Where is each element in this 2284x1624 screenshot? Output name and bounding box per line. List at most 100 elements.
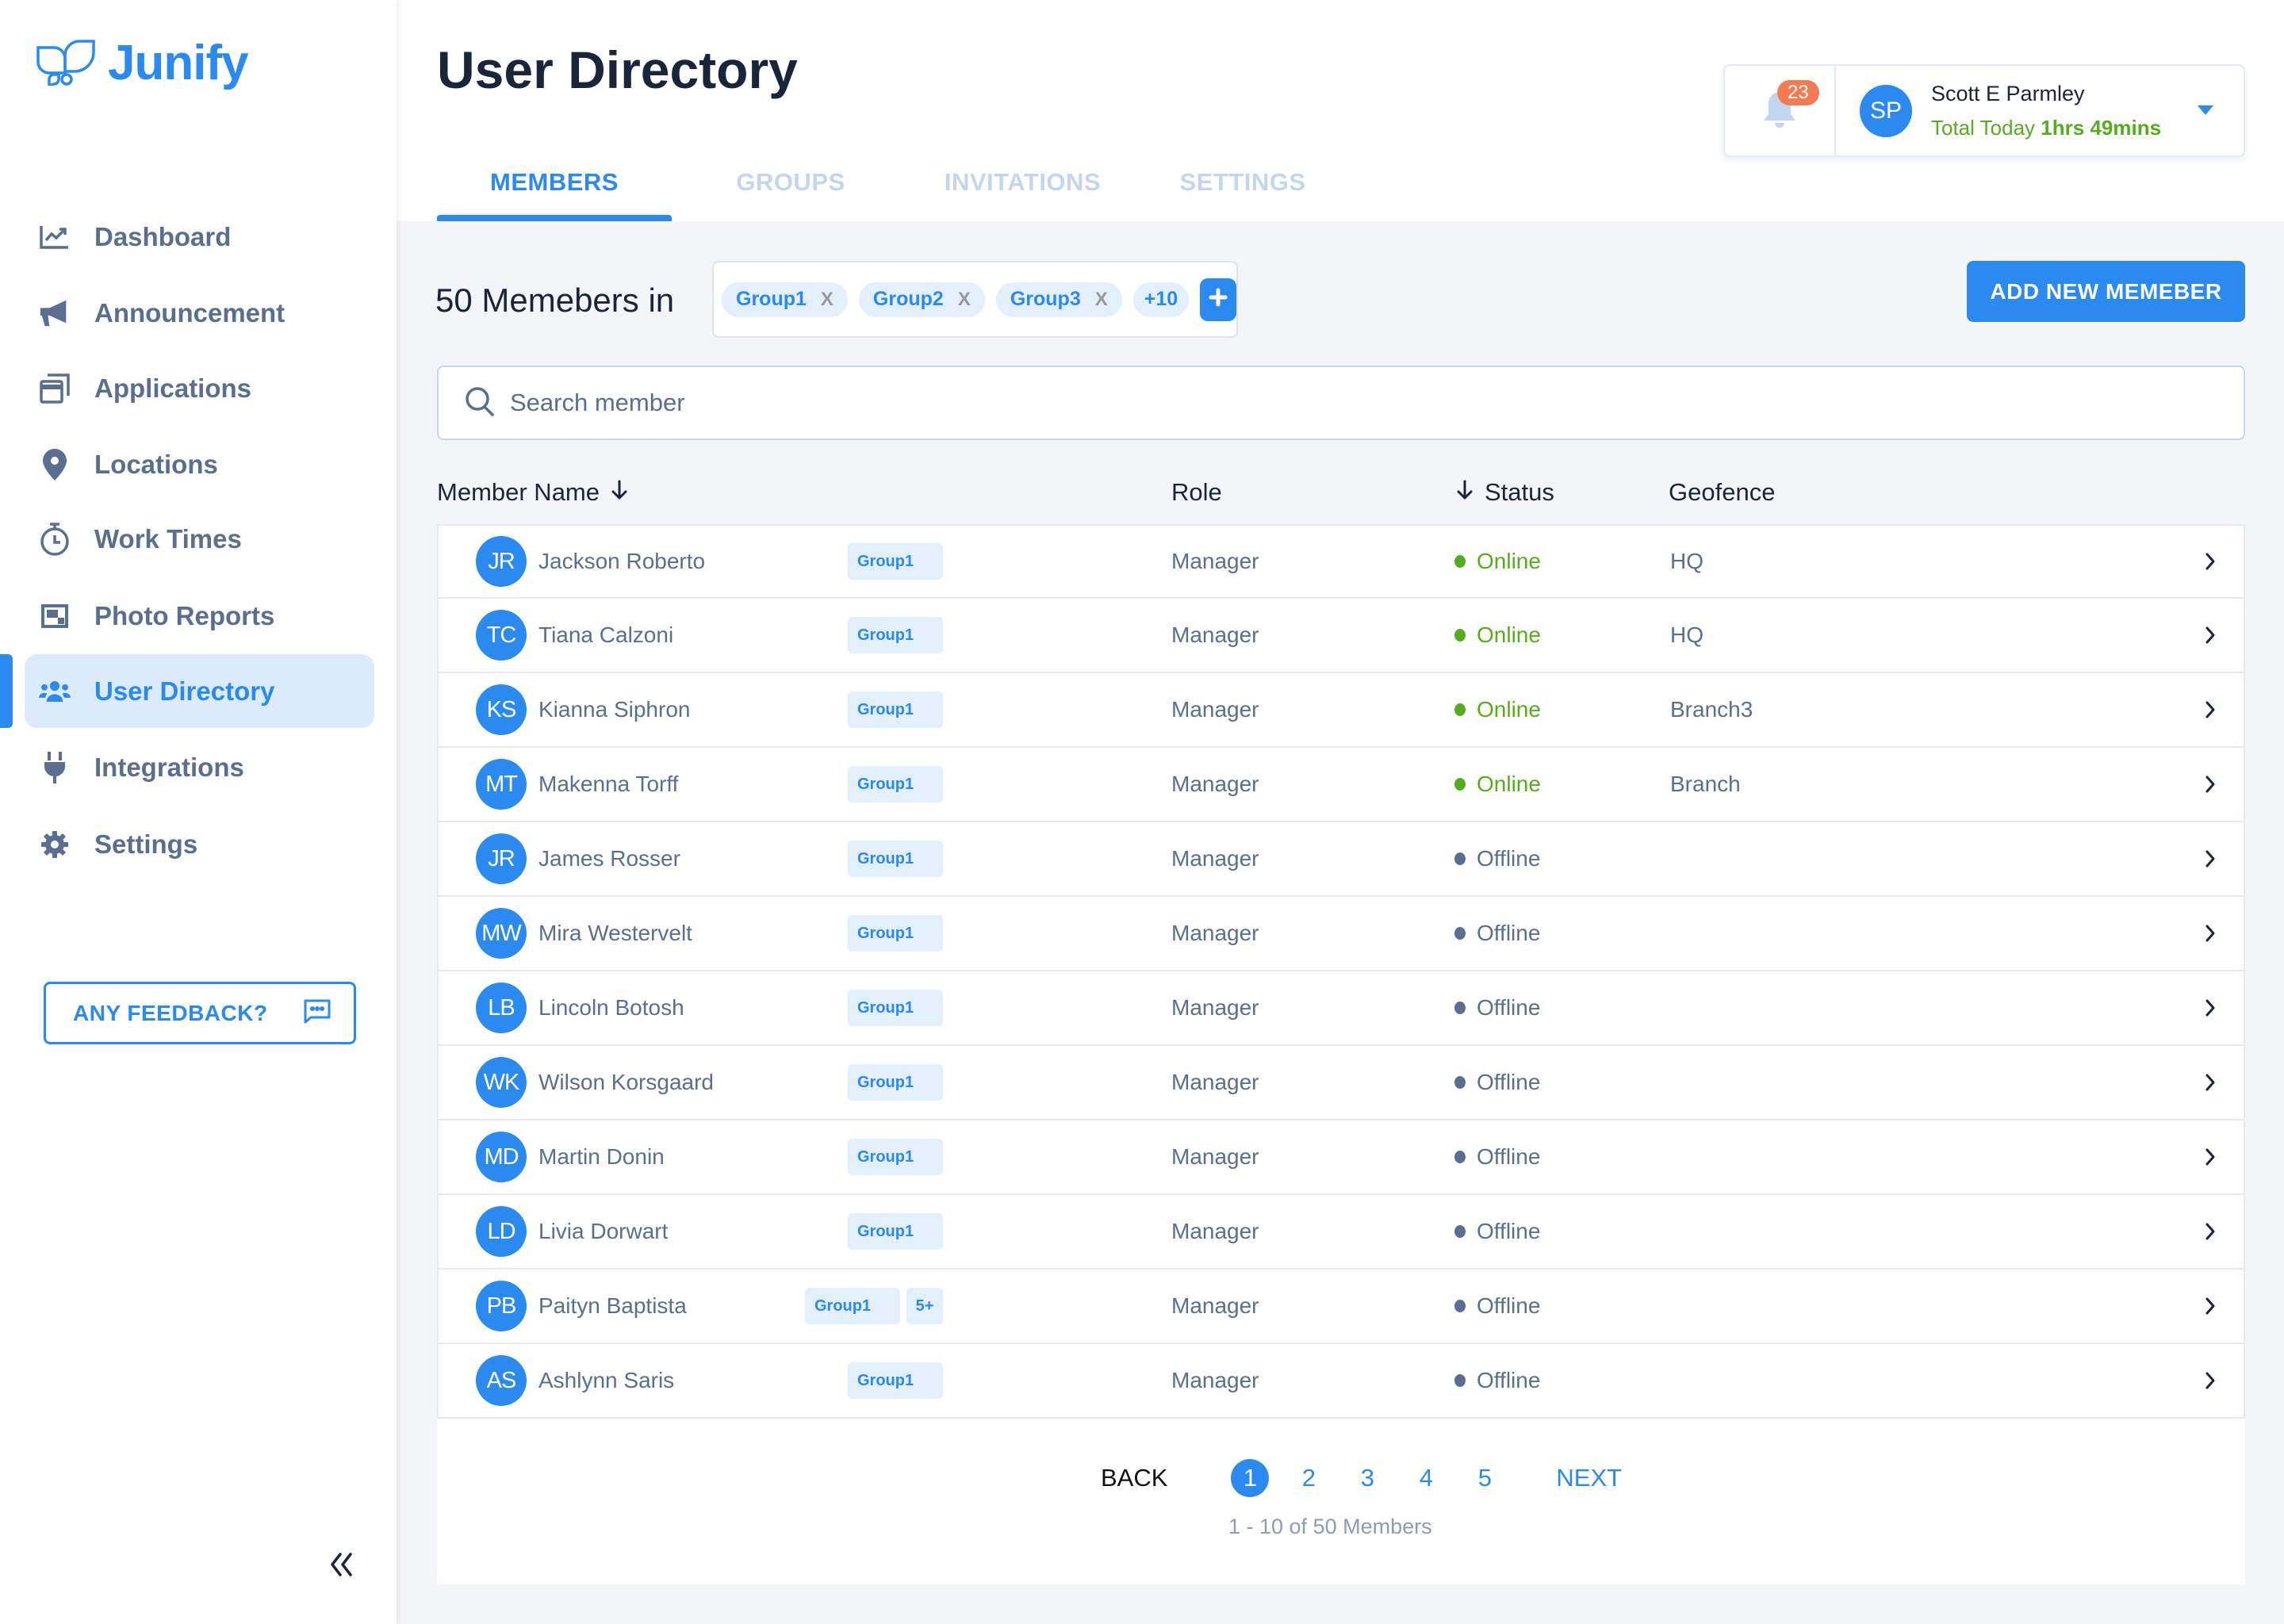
sidebar-item-work-times[interactable]: Work Times bbox=[25, 502, 374, 576]
caret-down-icon[interactable] bbox=[2198, 105, 2213, 115]
status-badge: Online bbox=[1454, 697, 1541, 722]
chip-label: Group3 bbox=[1010, 288, 1081, 310]
user-menu[interactable]: SP Scott E Parmley Total Today 1hrs 49mi… bbox=[1836, 66, 2244, 155]
sidebar-item-applications[interactable]: Applications bbox=[25, 351, 374, 425]
collapse-sidebar-button[interactable] bbox=[321, 1550, 361, 1582]
table-row[interactable]: JR James Rosser Group1 Manager Offline bbox=[437, 822, 2245, 897]
notifications-button[interactable]: 23 bbox=[1725, 66, 1836, 155]
tab-invitations[interactable]: INVITATIONS bbox=[910, 163, 1136, 221]
tab-members[interactable]: MEMBERS bbox=[437, 163, 672, 221]
group-tags: Group1 bbox=[848, 691, 943, 728]
table-row[interactable]: JR Jackson Roberto Group1 Manager Online HQ bbox=[437, 524, 2245, 599]
chevron-right-icon[interactable] bbox=[2201, 1294, 2220, 1318]
chevron-right-icon[interactable] bbox=[2201, 550, 2220, 573]
group-chip[interactable]: Group1 X bbox=[722, 282, 848, 317]
column-header-geofence[interactable]: Geofence bbox=[1669, 478, 1775, 507]
sort-down-icon bbox=[1456, 478, 1473, 507]
sidebar-item-settings[interactable]: Settings bbox=[25, 807, 374, 881]
sidebar-item-label: Integrations bbox=[94, 752, 244, 782]
chevron-right-icon[interactable] bbox=[2201, 921, 2220, 945]
column-header-name[interactable]: Member Name bbox=[437, 478, 628, 507]
chevron-right-icon[interactable] bbox=[2201, 1220, 2220, 1243]
user-name: Scott E Parmley bbox=[1931, 81, 2085, 105]
chevron-right-icon[interactable] bbox=[2201, 772, 2220, 796]
table-row[interactable]: WK Wilson Korsgaard Group1 Manager Offline bbox=[437, 1046, 2245, 1120]
page-1-button[interactable]: 1 bbox=[1231, 1459, 1270, 1497]
member-role: Manager bbox=[1171, 1219, 1259, 1243]
status-dot-icon bbox=[1454, 852, 1466, 865]
page-2-button[interactable]: 2 bbox=[1290, 1459, 1328, 1497]
member-name: Ashlynn Saris bbox=[538, 1368, 675, 1392]
table-row[interactable]: LB Lincoln Botosh Group1 Manager Offline bbox=[437, 971, 2245, 1046]
status-badge: Online bbox=[1454, 772, 1541, 797]
member-role: Manager bbox=[1171, 846, 1259, 871]
logo[interactable]: Junify bbox=[36, 35, 249, 91]
page-3-button[interactable]: 3 bbox=[1348, 1459, 1386, 1497]
add-group-filter-button[interactable] bbox=[1200, 278, 1236, 321]
member-name: James Rosser bbox=[538, 846, 680, 871]
group-tag: Group1 bbox=[848, 1064, 943, 1101]
table-row[interactable]: LD Livia Dorwart Group1 Manager Offline bbox=[437, 1195, 2245, 1270]
sidebar-item-photo-reports[interactable]: Photo Reports bbox=[25, 579, 374, 653]
sidebar-item-label: Announcement bbox=[94, 297, 286, 327]
feedback-button[interactable]: ANY FEEDBACK? bbox=[44, 982, 356, 1044]
chevron-right-icon[interactable] bbox=[2201, 698, 2220, 722]
group-tags: Group1 bbox=[848, 766, 943, 802]
status-dot-icon bbox=[1454, 1002, 1466, 1014]
member-name: Livia Dorwart bbox=[538, 1219, 669, 1243]
chart-line-icon bbox=[39, 221, 71, 253]
chevron-right-icon[interactable] bbox=[2201, 847, 2220, 871]
add-new-member-button[interactable]: ADD NEW MEMEBER bbox=[1967, 261, 2245, 322]
chevron-right-icon[interactable] bbox=[2201, 996, 2220, 1020]
group-tag: Group1 bbox=[848, 766, 943, 802]
group-chip[interactable]: Group3 X bbox=[995, 282, 1122, 317]
sidebar-item-locations[interactable]: Locations bbox=[25, 427, 374, 501]
sidebar-item-announcement[interactable]: Announcement bbox=[25, 276, 374, 350]
table-row[interactable]: PB Paityn Baptista Group1 5+ Manager Offline bbox=[437, 1270, 2245, 1344]
remove-chip-icon[interactable]: X bbox=[821, 289, 834, 311]
notification-count-badge: 23 bbox=[1777, 80, 1819, 105]
table-row[interactable]: TC Tiana Calzoni Group1 Manager Online HQ bbox=[437, 599, 2245, 673]
page-4-button[interactable]: 4 bbox=[1407, 1459, 1445, 1497]
back-button[interactable]: BACK bbox=[1101, 1464, 1167, 1492]
tab-groups[interactable]: GROUPS bbox=[672, 163, 910, 221]
status-text: Offline bbox=[1477, 921, 1541, 945]
search-input[interactable] bbox=[510, 389, 2096, 417]
table-row[interactable]: KS Kianna Siphron Group1 Manager Online Branc… bbox=[437, 673, 2245, 748]
column-header-role[interactable]: Role bbox=[1171, 478, 1222, 507]
photo-frame-icon bbox=[39, 600, 71, 632]
users-icon bbox=[39, 676, 71, 707]
status-badge: Offline bbox=[1454, 1070, 1540, 1095]
remove-chip-icon[interactable]: X bbox=[958, 289, 971, 311]
tab-settings[interactable]: SETTINGS bbox=[1136, 163, 1350, 221]
group-tag: Group1 bbox=[848, 617, 943, 653]
search-box bbox=[437, 366, 2245, 440]
sidebar: Junify Dashboard Announcement Applicatio… bbox=[0, 0, 397, 1624]
table-row[interactable]: MT Makenna Torff Group1 Manager Online Branch bbox=[437, 748, 2245, 822]
column-label: Geofence bbox=[1669, 478, 1776, 506]
sidebar-item-integrations[interactable]: Integrations bbox=[25, 730, 374, 804]
table-row[interactable]: MW Mira Westervelt Group1 Manager Offline bbox=[437, 897, 2245, 971]
remove-chip-icon[interactable]: X bbox=[1095, 289, 1108, 311]
status-text: Offline bbox=[1477, 846, 1541, 871]
group-tags: Group1 bbox=[848, 617, 943, 653]
table-row[interactable]: MD Martin Donin Group1 Manager Offline bbox=[437, 1120, 2245, 1195]
sidebar-item-dashboard[interactable]: Dashboard bbox=[25, 200, 374, 274]
double-chevron-left-icon bbox=[329, 1552, 353, 1580]
group-tags: Group1 bbox=[848, 841, 943, 877]
column-label: Member Name bbox=[437, 478, 600, 506]
column-label: Status bbox=[1485, 478, 1554, 506]
chevron-right-icon[interactable] bbox=[2201, 1145, 2220, 1169]
group-chip[interactable]: Group2 X bbox=[858, 282, 985, 317]
chat-bubble-icon bbox=[303, 998, 331, 1028]
next-button[interactable]: NEXT bbox=[1556, 1464, 1622, 1492]
chevron-right-icon[interactable] bbox=[2201, 623, 2220, 647]
page-5-button[interactable]: 5 bbox=[1466, 1459, 1504, 1497]
more-groups-chip[interactable]: +10 bbox=[1132, 282, 1190, 317]
member-role: Manager bbox=[1171, 772, 1259, 796]
sidebar-item-user-directory[interactable]: User Directory bbox=[25, 654, 374, 728]
chevron-right-icon[interactable] bbox=[2201, 1369, 2220, 1392]
table-row[interactable]: AS Ashlynn Saris Group1 Manager Offline bbox=[437, 1344, 2245, 1419]
chevron-right-icon[interactable] bbox=[2201, 1071, 2220, 1094]
column-header-status[interactable]: Status bbox=[1456, 478, 1554, 507]
